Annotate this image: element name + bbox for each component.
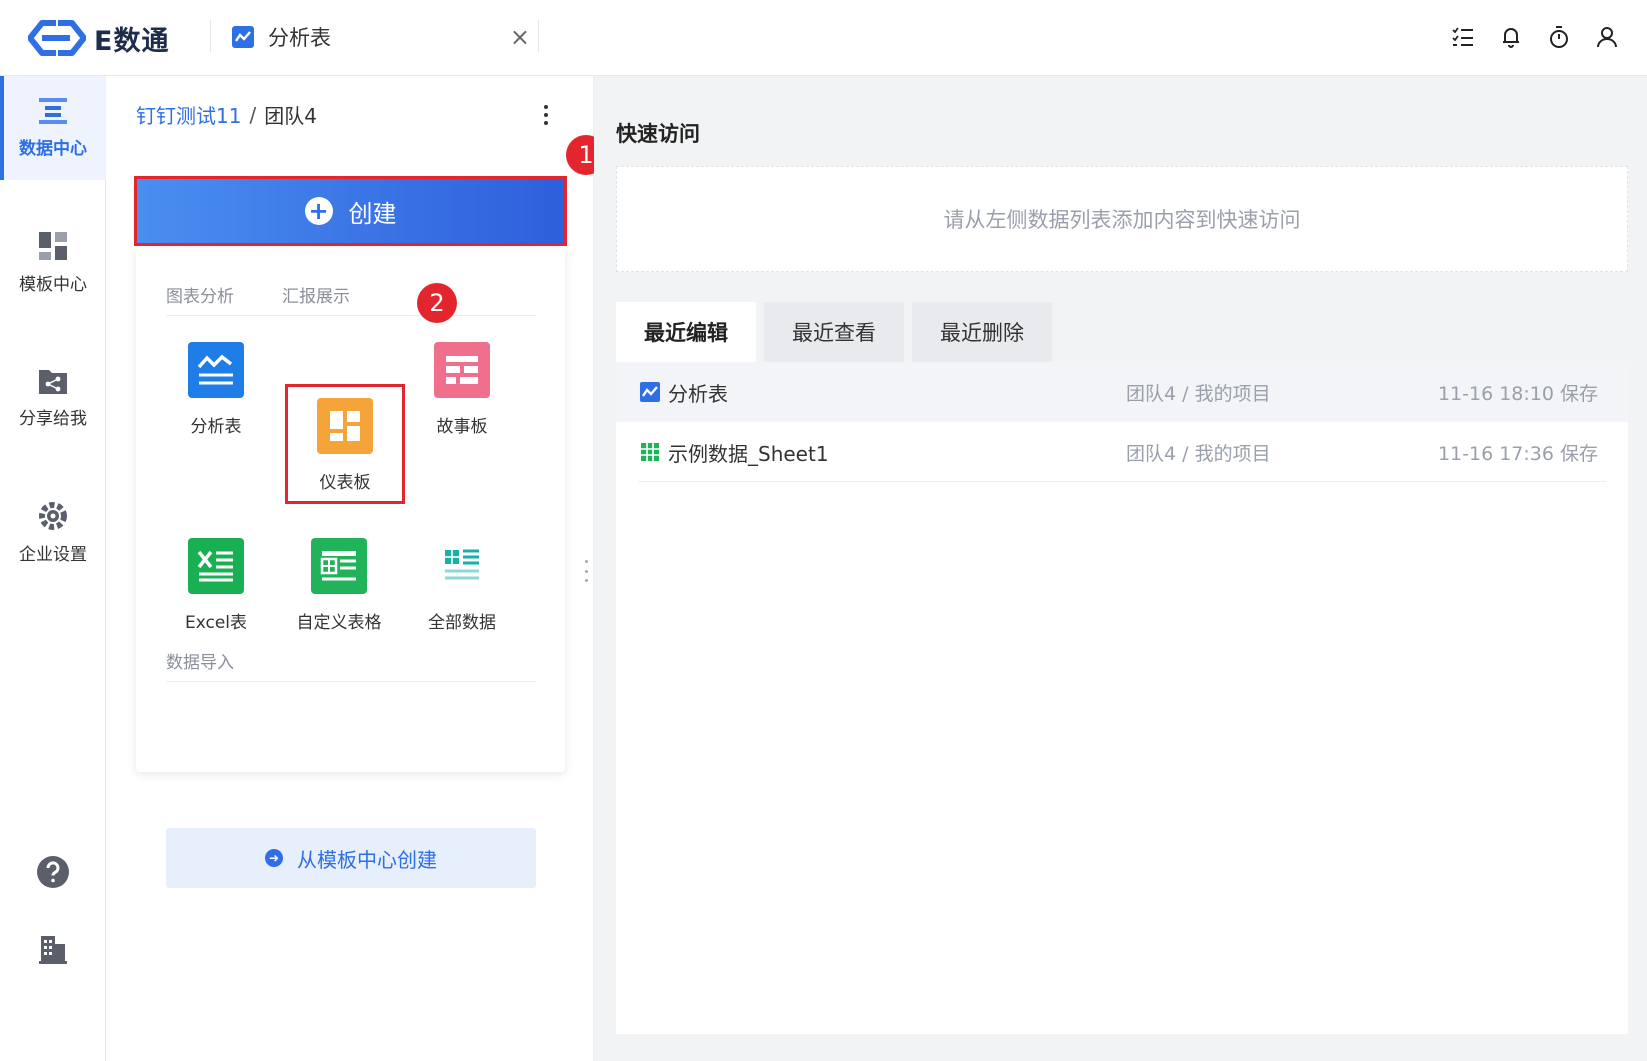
plus-icon: +	[304, 197, 333, 225]
step-2-badge: 2	[417, 283, 457, 323]
left-nav: 数据中心 模板中心 分享给我 企业设置	[0, 76, 106, 1061]
app-name: E数通	[94, 25, 170, 57]
top-toolbar	[1451, 24, 1619, 50]
analysis-table-icon	[188, 342, 244, 398]
tab-label: 分析表	[268, 26, 331, 50]
analysis-table-icon	[232, 26, 254, 48]
help-button[interactable]	[0, 856, 106, 888]
task-list-icon[interactable]	[1451, 24, 1475, 50]
nav-label: 企业设置	[19, 544, 87, 565]
item-name: 示例数据_Sheet1	[668, 441, 829, 466]
user-icon[interactable]	[1595, 24, 1619, 50]
create-menu-section-tabs: 图表分析 汇报展示	[166, 282, 536, 316]
item-label: Excel表	[184, 613, 248, 633]
create-dashboard[interactable]: 仪表板	[285, 384, 405, 504]
create-from-template-button[interactable]: ➜ 从模板中心创建	[166, 828, 536, 888]
create-all-data[interactable]: 全部数据	[402, 524, 522, 644]
create-menu: 图表分析 汇报展示 分析表 仪表板 故事板 数据导入 Excel表 自定义表格 …	[136, 248, 565, 888]
list-item[interactable]: 示例数据_Sheet1 团队4 / 我的项目 11-16 17:36 保存	[616, 422, 1628, 482]
organization-button[interactable]	[0, 934, 106, 964]
more-options-icon[interactable]	[541, 102, 551, 128]
template-center-icon	[39, 231, 67, 260]
item-label: 全部数据	[428, 613, 496, 633]
section-chart-analysis: 图表分析	[166, 287, 234, 307]
divider	[538, 20, 539, 52]
create-analysis-table[interactable]: 分析表	[156, 328, 276, 448]
breadcrumb-current: 团队4	[264, 104, 317, 128]
building-icon	[39, 936, 67, 964]
item-saved-time: 11-16 18:10 保存	[1437, 382, 1598, 405]
tab-recent-view[interactable]: 最近查看	[764, 302, 904, 362]
quick-access-title: 快速访问	[616, 122, 700, 146]
custom-table-icon	[311, 538, 367, 594]
divider	[210, 20, 211, 52]
item-label: 分析表	[190, 417, 242, 437]
list-item[interactable]: 分析表 团队4 / 我的项目 11-16 18:10 保存	[616, 362, 1628, 422]
item-saved-time: 11-16 17:36 保存	[1437, 442, 1598, 465]
arrow-right-icon: ➜	[265, 849, 283, 867]
item-label: 自定义表格	[296, 613, 382, 633]
nav-item-data-center[interactable]: 数据中心	[0, 76, 106, 180]
breadcrumb-separator: /	[249, 102, 257, 127]
nav-item-share[interactable]: 分享给我	[0, 346, 106, 450]
from-template-label: 从模板中心创建	[297, 847, 437, 872]
item-label: 仪表板	[319, 473, 371, 493]
breadcrumb-parent[interactable]: 钉钉测试11	[136, 100, 241, 129]
bell-icon[interactable]	[1499, 24, 1523, 50]
tab-recent-delete[interactable]: 最近删除	[912, 302, 1052, 362]
create-button[interactable]: + 创建	[134, 176, 567, 246]
breadcrumb: 钉钉测试11 / 团队4	[136, 100, 317, 129]
nav-item-template-center[interactable]: 模板中心	[0, 211, 106, 315]
nav-label: 数据中心	[19, 138, 87, 159]
panel-resize-handle[interactable]	[585, 560, 589, 582]
tab-recent-edit[interactable]: 最近编辑	[616, 302, 756, 362]
data-center-icon	[39, 97, 67, 124]
app-logo[interactable]: E数通	[28, 16, 169, 60]
nav-item-enterprise-settings[interactable]: 企业设置	[0, 481, 106, 585]
row-divider	[638, 481, 1606, 482]
section-report-display: 汇报展示	[282, 287, 350, 307]
timer-icon[interactable]	[1547, 24, 1571, 50]
data-list-panel: 钉钉测试11 / 团队4 + 创建 图表分析 汇报展示 分析表 仪表板 故事板 …	[106, 76, 594, 1061]
close-icon[interactable]: ×	[510, 24, 530, 50]
item-name: 分析表	[668, 381, 728, 406]
create-excel-table[interactable]: Excel表	[156, 524, 276, 644]
quick-access-empty: 请从左侧数据列表添加内容到快速访问	[616, 166, 1628, 272]
help-icon	[37, 856, 69, 888]
dashboard-icon	[317, 398, 373, 454]
all-data-icon	[434, 538, 490, 594]
spreadsheet-icon	[640, 442, 660, 462]
main-content: 快速访问 请从左侧数据列表添加内容到快速访问 最近编辑 最近查看 最近删除 分析…	[594, 76, 1647, 1061]
storyboard-icon	[434, 342, 490, 398]
top-bar: E数通 分析表 ×	[0, 0, 1647, 76]
create-storyboard[interactable]: 故事板	[402, 328, 522, 448]
section-data-import: 数据导入	[166, 648, 536, 682]
excel-icon	[188, 538, 244, 594]
share-icon	[39, 369, 67, 394]
recent-list: 分析表 团队4 / 我的项目 11-16 18:10 保存 示例数据_Sheet…	[616, 362, 1628, 1034]
create-button-label: 创建	[348, 199, 397, 228]
tab-analysis-table[interactable]: 分析表 ×	[232, 18, 538, 56]
analysis-table-icon	[640, 382, 660, 402]
item-path: 团队4 / 我的项目	[1126, 382, 1271, 405]
item-path: 团队4 / 我的项目	[1126, 442, 1271, 465]
settings-icon	[39, 501, 67, 530]
logo-icon	[28, 20, 86, 56]
item-label: 故事板	[436, 417, 488, 437]
create-custom-table[interactable]: 自定义表格	[279, 524, 399, 644]
nav-label: 模板中心	[19, 274, 87, 295]
recent-tabs: 最近编辑 最近查看 最近删除	[616, 302, 1060, 362]
nav-label: 分享给我	[19, 408, 87, 429]
